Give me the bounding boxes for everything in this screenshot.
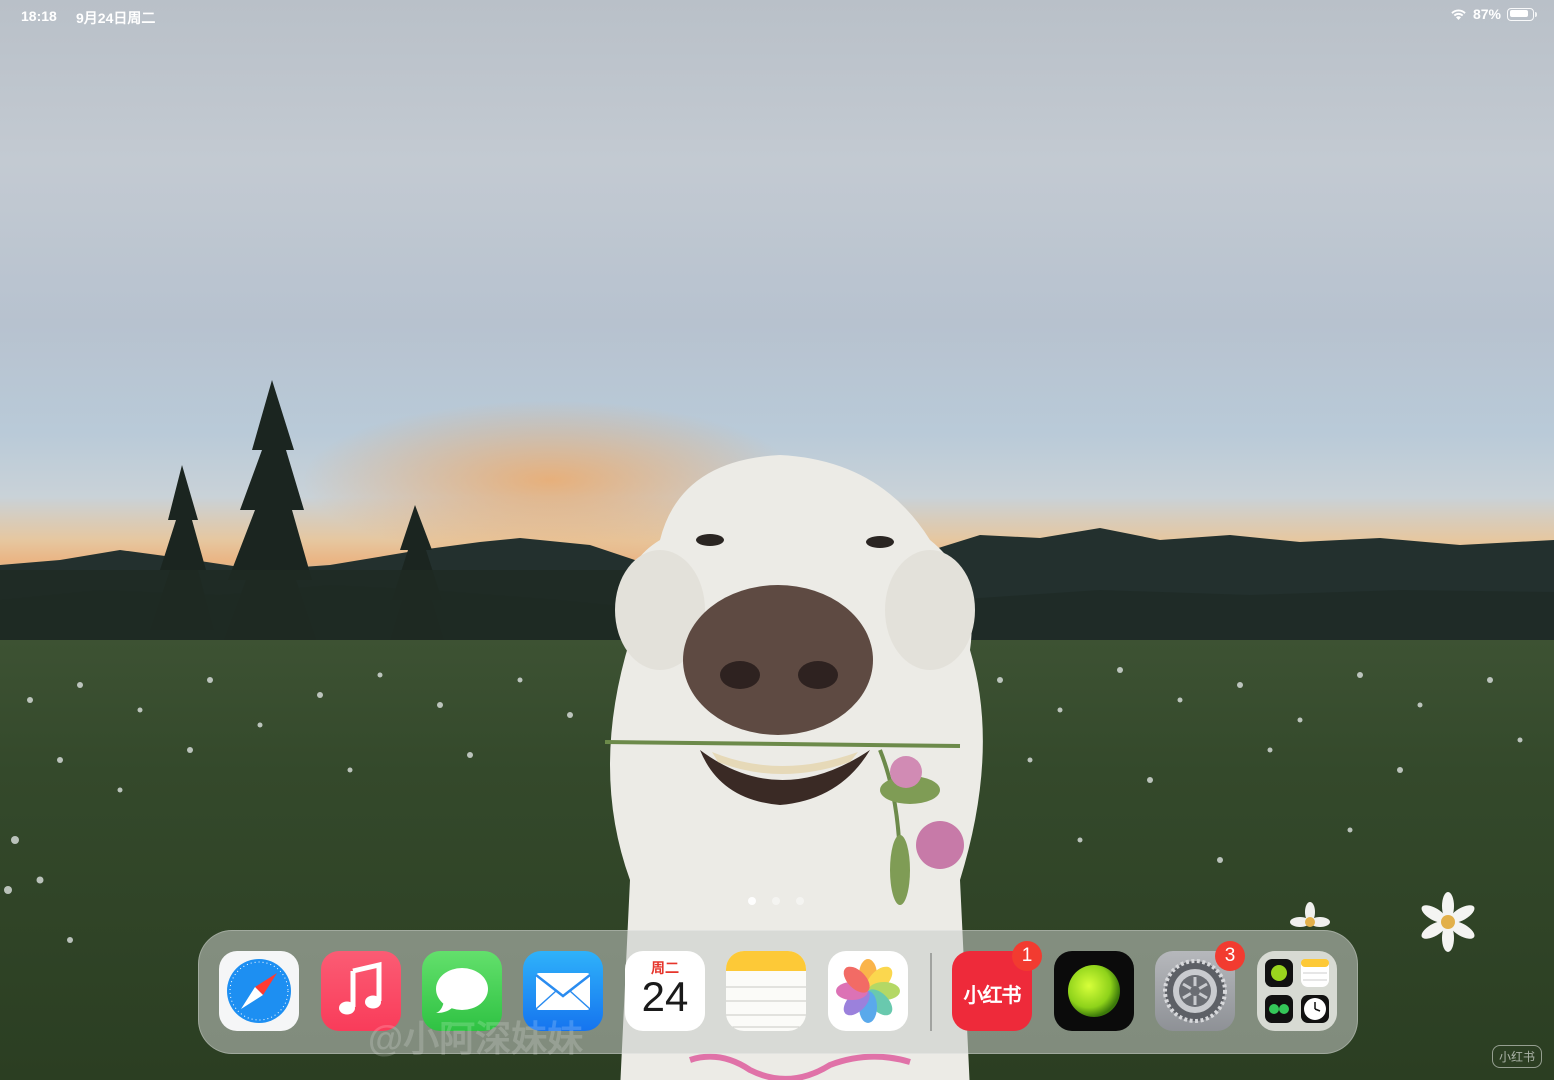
page-dot-2[interactable] (772, 897, 780, 905)
corner-watermark: 小红书 (1492, 1045, 1543, 1068)
calendar-date: 24 (641, 973, 689, 1020)
status-time: 18:18 (21, 8, 57, 24)
battery-level-fill (1509, 10, 1528, 17)
green-ball-icon[interactable] (1054, 951, 1134, 1031)
status-bar: 18:18 9月24日周二 87% (0, 0, 1554, 32)
page-dot-3[interactable] (796, 897, 804, 905)
daisy-flower (1421, 892, 1475, 952)
dock-app-xiaohongshu[interactable]: 小红书 1 (952, 941, 1042, 1031)
page-indicator[interactable] (748, 897, 804, 905)
notes-icon[interactable] (726, 951, 806, 1031)
dock-app-safari[interactable] (219, 951, 299, 1031)
status-date: 9月24日周二 (76, 10, 156, 26)
dock-app-calendar[interactable]: 周二 24 (625, 951, 705, 1031)
dock-app-library[interactable] (1257, 951, 1337, 1031)
dock-divider (930, 953, 932, 1031)
battery-percentage: 87% (1472, 6, 1501, 22)
dock-app-green-ball[interactable] (1054, 951, 1134, 1031)
ipad-home-screen: 18:18 9月24日周二 87% 周二 24 小红书 1 3 @小阿深妹妹 小… (0, 0, 1554, 1080)
app-library-icon[interactable] (1257, 951, 1337, 1031)
xiaohongshu-label: 小红书 (963, 985, 1022, 1007)
dock-app-notes[interactable] (726, 951, 806, 1031)
status-indicators: 87% (1450, 6, 1537, 22)
wifi-icon (1451, 8, 1466, 20)
calendar-icon[interactable]: 周二 24 (625, 951, 705, 1031)
battery-icon (1507, 7, 1537, 21)
dock-app-photos[interactable] (828, 951, 908, 1031)
safari-icon[interactable] (219, 951, 299, 1031)
photos-icon[interactable] (828, 951, 908, 1031)
page-dot-1[interactable] (748, 897, 756, 905)
watermark: @小阿深妹妹 (368, 1018, 584, 1059)
dock-app-settings[interactable]: 3 (1155, 941, 1245, 1031)
notification-badge: 3 (1215, 941, 1245, 971)
notification-badge: 1 (1012, 941, 1042, 971)
